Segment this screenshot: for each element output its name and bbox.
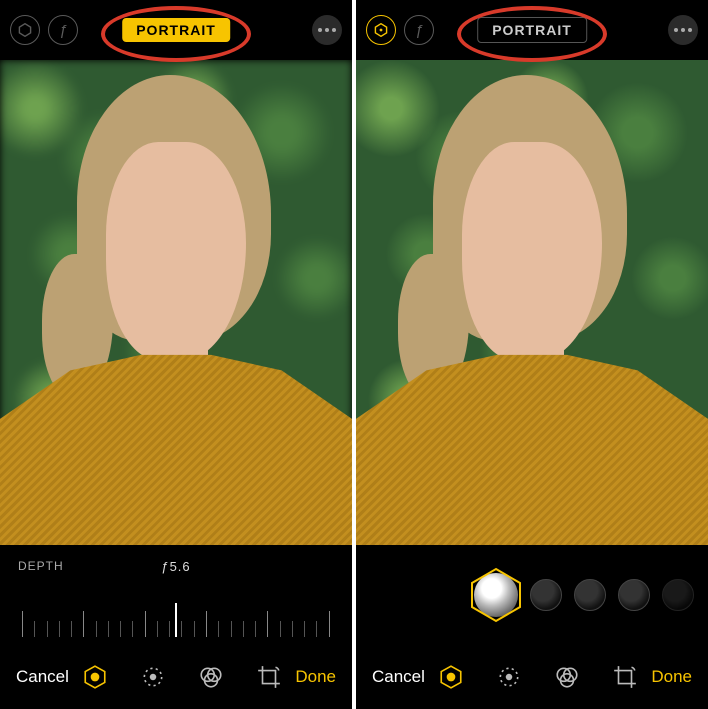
adjust-tool-icon[interactable] [139, 663, 167, 691]
aperture-icon[interactable]: ƒ [48, 15, 78, 45]
adjust-tool-icon[interactable] [495, 663, 523, 691]
top-bar: ƒ PORTRAIT [356, 0, 708, 60]
portrait-lighting-tool-icon[interactable] [437, 663, 465, 691]
lighting-option-natural[interactable] [474, 573, 518, 617]
top-bar-left: ƒ [10, 15, 78, 45]
bottom-bar: Cancel Done [356, 645, 708, 709]
crop-tool-icon[interactable] [611, 663, 639, 691]
portrait-lighting-tool-icon[interactable] [81, 663, 109, 691]
depth-control: DEPTH ƒ5.6 [0, 545, 352, 645]
depth-row: DEPTH ƒ5.6 [12, 553, 340, 573]
done-button[interactable]: Done [295, 667, 336, 687]
tool-row [437, 663, 639, 691]
top-bar-left: ƒ [366, 15, 434, 45]
tool-row [81, 663, 283, 691]
cancel-button[interactable]: Cancel [16, 667, 69, 687]
aperture-icon[interactable]: ƒ [404, 15, 434, 45]
crop-tool-icon[interactable] [255, 663, 283, 691]
subject-person [0, 60, 352, 545]
done-button[interactable]: Done [651, 667, 692, 687]
depth-label: DEPTH [18, 559, 64, 573]
filters-tool-icon[interactable] [553, 663, 581, 691]
depth-indicator[interactable] [175, 603, 177, 637]
portrait-toggle[interactable]: PORTRAIT [477, 17, 587, 43]
comparison-wrapper: ƒ PORTRAIT DEPTH ƒ5.6 [0, 0, 708, 709]
lighting-options-row[interactable] [356, 545, 708, 645]
depth-value: ƒ5.6 [161, 559, 190, 574]
more-icon[interactable] [312, 15, 342, 45]
lighting-option-stage[interactable] [618, 579, 650, 611]
photo-preview[interactable] [0, 60, 352, 545]
portrait-toggle[interactable]: PORTRAIT [122, 18, 230, 42]
lighting-mode-icon[interactable] [10, 15, 40, 45]
cancel-button[interactable]: Cancel [372, 667, 425, 687]
bottom-bar: Cancel Done [0, 645, 352, 709]
screen-portrait-off: ƒ PORTRAIT Cancel [356, 0, 708, 709]
depth-slider[interactable] [12, 591, 340, 637]
screen-portrait-on: ƒ PORTRAIT DEPTH ƒ5.6 [0, 0, 352, 709]
more-icon[interactable] [668, 15, 698, 45]
lighting-mode-icon[interactable] [366, 15, 396, 45]
lighting-option-stage-mono[interactable] [662, 579, 694, 611]
photo-preview[interactable] [356, 60, 708, 545]
filters-tool-icon[interactable] [197, 663, 225, 691]
subject-person [356, 60, 708, 545]
depth-ticks [12, 591, 340, 637]
lighting-option-contour[interactable] [574, 579, 606, 611]
lighting-option-studio[interactable] [530, 579, 562, 611]
top-bar: ƒ PORTRAIT [0, 0, 352, 60]
